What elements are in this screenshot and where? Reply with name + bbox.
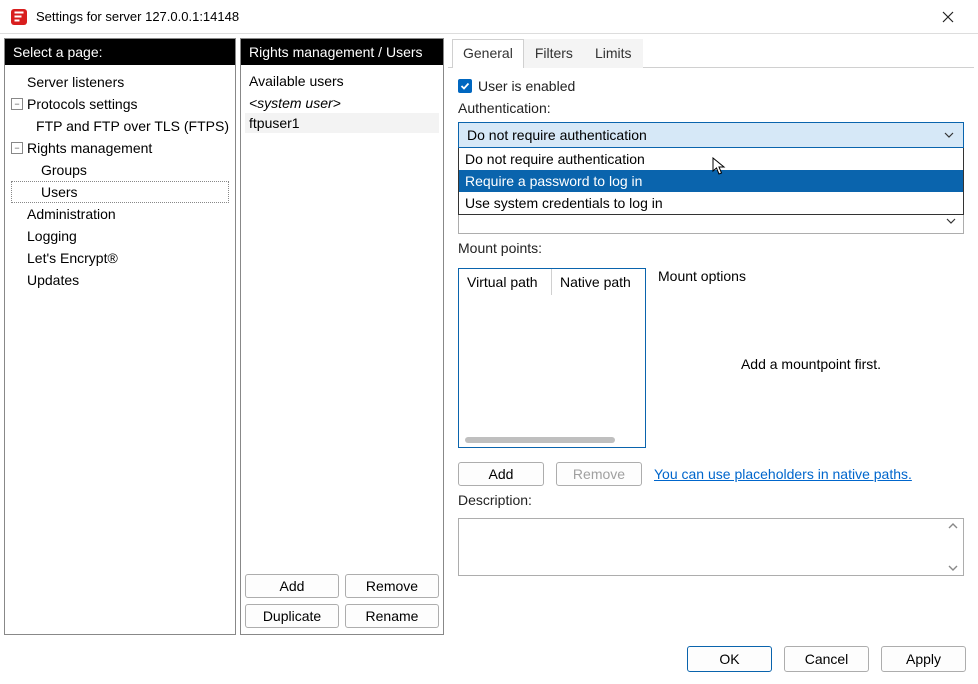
description-label: Description: — [458, 492, 964, 508]
tree-item-protocols[interactable]: −Protocols settings — [11, 93, 229, 115]
tabs: General Filters Limits — [448, 38, 974, 68]
tree-item-users[interactable]: Users — [11, 181, 229, 203]
general-tab-body: User is enabled Authentication: Do not r… — [448, 68, 974, 576]
auth-dropdown[interactable]: Do not require authentication Do not req… — [458, 122, 964, 148]
users-list: <system user> ftpuser1 — [241, 93, 443, 568]
close-button[interactable] — [928, 0, 968, 34]
users-actions: Add Remove Duplicate Rename — [241, 568, 443, 634]
duplicate-user-button[interactable]: Duplicate — [245, 604, 339, 628]
users-panel-header: Rights management / Users — [241, 39, 443, 65]
titlebar: Settings for server 127.0.0.1:14148 — [0, 0, 978, 34]
main-content: Select a page: Server listeners −Protoco… — [0, 34, 978, 639]
tree-item-server-listeners[interactable]: Server listeners — [11, 71, 229, 93]
mount-options-header: Mount options — [658, 268, 964, 284]
mount-actions-row: Add Remove You can use placeholders in n… — [458, 462, 964, 486]
mount-table[interactable]: Virtual path Native path — [458, 268, 646, 448]
app-icon — [10, 8, 28, 26]
dialog-footer: OK Cancel Apply — [0, 639, 978, 679]
mount-table-header: Virtual path Native path — [459, 269, 645, 295]
auth-option-password[interactable]: Require a password to log in — [459, 170, 963, 192]
scroll-down-icon — [947, 563, 959, 573]
page-tree-header: Select a page: — [5, 39, 235, 65]
tab-filters[interactable]: Filters — [524, 39, 584, 68]
tree-item-admin[interactable]: Administration — [11, 203, 229, 225]
col-native-path[interactable]: Native path — [551, 269, 645, 295]
remove-mount-button: Remove — [556, 462, 642, 486]
apply-button[interactable]: Apply — [881, 646, 966, 672]
page-tree: Server listeners −Protocols settings FTP… — [5, 65, 235, 634]
users-panel: Rights management / Users Available user… — [240, 38, 444, 635]
mount-table-hscroll[interactable] — [459, 433, 645, 447]
collapse-icon[interactable]: − — [11, 98, 23, 110]
cancel-button[interactable]: Cancel — [784, 646, 869, 672]
auth-label: Authentication: — [458, 100, 964, 116]
mount-options-panel: Mount options Add a mountpoint first. — [658, 268, 964, 448]
user-details-panel: General Filters Limits User is enabled A… — [448, 38, 974, 635]
enabled-row: User is enabled — [458, 78, 964, 94]
rename-user-button[interactable]: Rename — [345, 604, 439, 628]
remove-user-button[interactable]: Remove — [345, 574, 439, 598]
textarea-scroll[interactable] — [947, 521, 961, 573]
user-enabled-label: User is enabled — [478, 78, 575, 94]
auth-option-system[interactable]: Use system credentials to log in — [459, 192, 963, 214]
auth-option-none[interactable]: Do not require authentication — [459, 148, 963, 170]
auth-dropdown-field[interactable]: Do not require authentication — [458, 122, 964, 148]
add-user-button[interactable]: Add — [245, 574, 339, 598]
user-item-system[interactable]: <system user> — [245, 93, 439, 113]
tree-item-logging[interactable]: Logging — [11, 225, 229, 247]
col-virtual-path[interactable]: Virtual path — [459, 269, 551, 295]
window-title: Settings for server 127.0.0.1:14148 — [36, 9, 239, 24]
tab-general[interactable]: General — [452, 39, 524, 68]
description-textarea[interactable] — [458, 518, 964, 576]
auth-dropdown-value: Do not require authentication — [467, 127, 647, 143]
available-users-label: Available users — [241, 65, 443, 93]
user-item[interactable]: ftpuser1 — [245, 113, 439, 133]
placeholders-link[interactable]: You can use placeholders in native paths… — [654, 466, 912, 482]
chevron-down-icon — [943, 129, 955, 141]
mount-points-area: Virtual path Native path Mount options A… — [458, 268, 964, 448]
tree-item-rights[interactable]: −Rights management — [11, 137, 229, 159]
tree-item-ftp-tls[interactable]: FTP and FTP over TLS (FTPS) — [11, 115, 229, 137]
tree-item-updates[interactable]: Updates — [11, 269, 229, 291]
collapse-icon[interactable]: − — [11, 142, 23, 154]
ok-button[interactable]: OK — [687, 646, 772, 672]
chevron-down-icon — [945, 215, 957, 227]
add-mount-button[interactable]: Add — [458, 462, 544, 486]
mount-points-label: Mount points: — [458, 240, 964, 256]
auth-dropdown-menu: Do not require authentication Require a … — [458, 148, 964, 215]
user-enabled-checkbox[interactable] — [458, 79, 472, 93]
tree-item-letsencrypt[interactable]: Let's Encrypt® — [11, 247, 229, 269]
tree-item-groups[interactable]: Groups — [11, 159, 229, 181]
page-tree-panel: Select a page: Server listeners −Protoco… — [4, 38, 236, 635]
mount-empty-message: Add a mountpoint first. — [658, 356, 964, 372]
tab-limits[interactable]: Limits — [584, 39, 643, 68]
scroll-up-icon — [947, 521, 959, 531]
